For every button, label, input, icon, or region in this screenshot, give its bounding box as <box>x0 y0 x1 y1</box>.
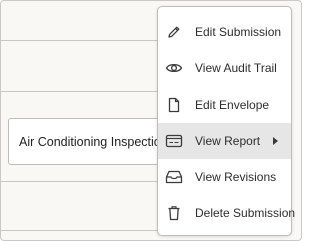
menu-item-view-report[interactable]: View Report <box>158 123 291 159</box>
context-menu: Edit Submission View Audit Trail Edit En… <box>157 6 295 236</box>
menu-item-edit-envelope[interactable]: Edit Envelope <box>158 87 291 123</box>
menu-item-label: View Report <box>195 134 261 148</box>
trash-icon <box>165 204 183 222</box>
menu-item-edit-submission[interactable]: Edit Submission <box>158 14 291 50</box>
row-divider <box>1 91 171 92</box>
report-icon <box>165 132 183 150</box>
menu-item-label: Edit Submission <box>195 25 282 39</box>
pencil-icon <box>165 23 183 41</box>
row-divider <box>1 40 171 41</box>
menu-item-label: Delete Submission <box>195 206 296 220</box>
inbox-icon <box>165 168 183 186</box>
chevron-right-icon <box>273 137 278 145</box>
menu-item-delete-submission[interactable]: Delete Submission <box>158 195 295 231</box>
row-divider <box>1 230 171 231</box>
menu-item-view-audit-trail[interactable]: View Audit Trail <box>158 50 291 86</box>
eye-icon <box>165 59 183 77</box>
submission-card[interactable]: Air Conditioning Inspection <box>8 118 168 165</box>
document-icon <box>165 96 183 114</box>
menu-item-label: View Revisions <box>195 170 277 184</box>
menu-item-label: Edit Envelope <box>195 98 270 112</box>
menu-item-label: View Audit Trail <box>195 61 277 75</box>
menu-item-view-revisions[interactable]: View Revisions <box>158 159 291 195</box>
row-divider <box>1 181 171 182</box>
submission-title: Air Conditioning Inspection <box>19 134 168 149</box>
